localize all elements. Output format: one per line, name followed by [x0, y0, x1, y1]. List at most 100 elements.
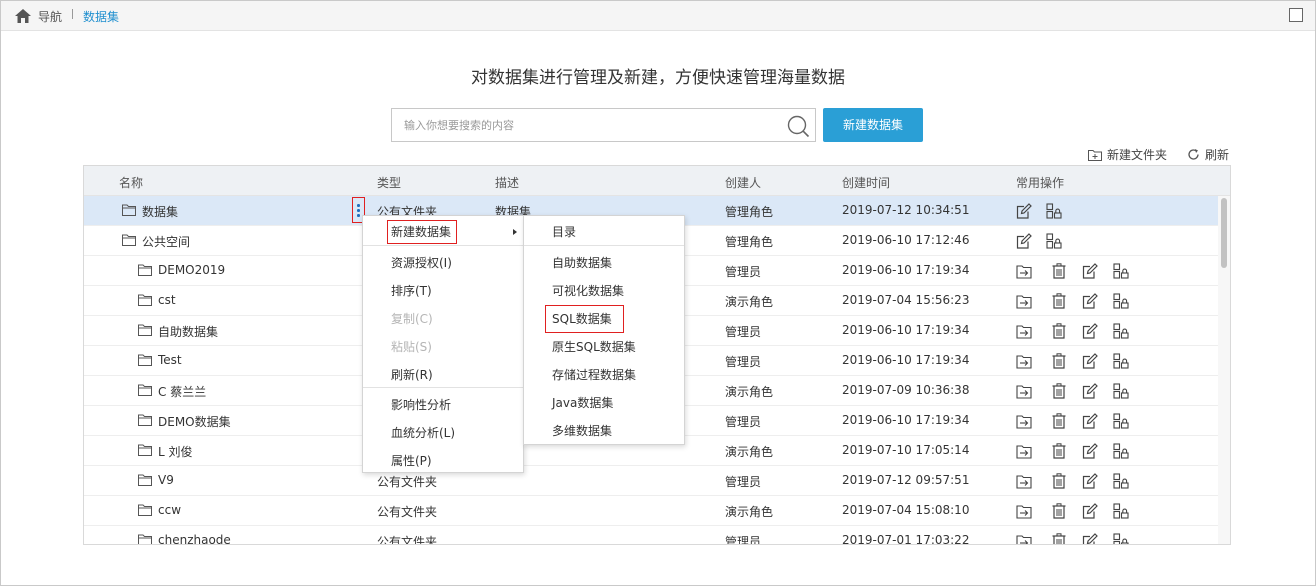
refresh-button[interactable]: 刷新: [1187, 146, 1229, 163]
move-icon[interactable]: [1016, 503, 1032, 519]
row-name[interactable]: L 刘俊: [158, 443, 193, 460]
permission-icon[interactable]: [1113, 383, 1129, 399]
breadcrumb-current[interactable]: 数据集: [83, 8, 119, 25]
delete-icon[interactable]: [1051, 413, 1067, 429]
column-header-created-time[interactable]: 创建时间: [842, 174, 890, 191]
vertical-scrollbar[interactable]: [1218, 196, 1230, 544]
column-header-creator[interactable]: 创建人: [725, 174, 761, 191]
new-dataset-button[interactable]: 新建数据集: [823, 108, 923, 142]
edit-icon[interactable]: [1082, 323, 1098, 339]
delete-icon[interactable]: [1051, 263, 1067, 279]
permission-icon[interactable]: [1113, 353, 1129, 369]
menu-divider: [363, 245, 523, 246]
edit-icon[interactable]: [1082, 503, 1098, 519]
new-folder-button[interactable]: 新建文件夹: [1088, 146, 1167, 163]
breadcrumb-home[interactable]: 导航: [38, 8, 62, 25]
row-created-time: 2019-07-09 10:36:38: [842, 383, 970, 397]
row-name[interactable]: ccw: [158, 503, 181, 517]
delete-icon[interactable]: [1051, 443, 1067, 459]
submenu-item[interactable]: 原生SQL数据集: [524, 333, 684, 361]
move-icon[interactable]: [1016, 353, 1032, 369]
submenu-item[interactable]: 目录: [524, 218, 684, 246]
edit-icon[interactable]: [1082, 443, 1098, 459]
move-icon[interactable]: [1016, 533, 1032, 545]
context-menu-item[interactable]: 资源授权(I): [363, 249, 523, 277]
permission-icon[interactable]: [1113, 503, 1129, 519]
context-menu-item[interactable]: 排序(T): [363, 277, 523, 305]
delete-icon[interactable]: [1051, 293, 1067, 309]
home-icon[interactable]: [15, 9, 31, 23]
permission-icon[interactable]: [1046, 203, 1062, 219]
row-creator: 管理员: [725, 265, 762, 279]
row-creator: 演示角色: [725, 445, 774, 459]
row-name[interactable]: cst: [158, 293, 176, 307]
permission-icon[interactable]: [1113, 533, 1129, 545]
row-name[interactable]: chenzhaode: [158, 533, 231, 544]
move-icon[interactable]: [1016, 293, 1032, 309]
move-icon[interactable]: [1016, 323, 1032, 339]
table-header: 名称 类型 描述 创建人 创建时间 常用操作: [84, 166, 1230, 196]
row-name[interactable]: 数据集: [142, 203, 178, 220]
row-name[interactable]: V9: [158, 473, 174, 487]
edit-icon[interactable]: [1082, 383, 1098, 399]
row-creator: 演示角色: [725, 385, 774, 399]
context-menu-item[interactable]: 刷新(R): [363, 361, 523, 389]
row-name[interactable]: DEMO数据集: [158, 413, 231, 430]
search-input[interactable]: [392, 109, 772, 141]
move-icon[interactable]: [1016, 383, 1032, 399]
table-row[interactable]: V9 公有文件夹 管理员 2019-07-12 09:57:51: [84, 466, 1218, 496]
submenu-item[interactable]: 存储过程数据集: [524, 361, 684, 389]
row-created-time: 2019-06-10 17:12:46: [842, 233, 970, 247]
submenu-arrow-icon: [513, 229, 517, 235]
submenu-item[interactable]: 可视化数据集: [524, 277, 684, 305]
row-name[interactable]: DEMO2019: [158, 263, 225, 277]
row-name[interactable]: 公共空间: [142, 233, 190, 250]
highlight-box: [387, 220, 457, 244]
permission-icon[interactable]: [1113, 293, 1129, 309]
edit-icon[interactable]: [1082, 533, 1098, 545]
permission-icon[interactable]: [1113, 413, 1129, 429]
row-creator: 管理角色: [725, 235, 774, 249]
edit-icon[interactable]: [1082, 263, 1098, 279]
edit-icon[interactable]: [1016, 233, 1032, 249]
permission-icon[interactable]: [1113, 443, 1129, 459]
context-menu-item[interactable]: 属性(P): [363, 447, 523, 475]
submenu-item[interactable]: 多维数据集: [524, 417, 684, 445]
row-name[interactable]: 自助数据集: [158, 323, 218, 340]
row-creator: 管理员: [725, 475, 762, 489]
move-icon[interactable]: [1016, 443, 1032, 459]
delete-icon[interactable]: [1051, 503, 1067, 519]
folder-icon: [122, 234, 136, 246]
edit-icon[interactable]: [1016, 203, 1032, 219]
delete-icon[interactable]: [1051, 353, 1067, 369]
table-row[interactable]: chenzhaode 公有文件夹 管理员 2019-07-01 17:03:22: [84, 526, 1218, 545]
row-name[interactable]: C 蔡兰兰: [158, 383, 206, 400]
column-header-type[interactable]: 类型: [377, 174, 401, 191]
edit-icon[interactable]: [1082, 413, 1098, 429]
permission-icon[interactable]: [1113, 263, 1129, 279]
submenu-item[interactable]: Java数据集: [524, 389, 684, 417]
column-header-description[interactable]: 描述: [495, 174, 519, 191]
column-header-name[interactable]: 名称: [119, 174, 143, 191]
delete-icon[interactable]: [1051, 473, 1067, 489]
delete-icon[interactable]: [1051, 323, 1067, 339]
context-menu-item[interactable]: 血统分析(L): [363, 419, 523, 447]
table-row[interactable]: ccw 公有文件夹 演示角色 2019-07-04 15:08:10: [84, 496, 1218, 526]
edit-icon[interactable]: [1082, 473, 1098, 489]
edit-icon[interactable]: [1082, 293, 1098, 309]
move-icon[interactable]: [1016, 413, 1032, 429]
move-icon[interactable]: [1016, 263, 1032, 279]
submenu-item[interactable]: 自助数据集: [524, 249, 684, 277]
row-name[interactable]: Test: [158, 353, 182, 367]
maximize-button[interactable]: [1289, 8, 1303, 22]
edit-icon[interactable]: [1082, 353, 1098, 369]
delete-icon[interactable]: [1051, 533, 1067, 545]
permission-icon[interactable]: [1046, 233, 1062, 249]
search-icon[interactable]: [786, 114, 810, 138]
permission-icon[interactable]: [1113, 473, 1129, 489]
permission-icon[interactable]: [1113, 323, 1129, 339]
move-icon[interactable]: [1016, 473, 1032, 489]
scrollbar-thumb[interactable]: [1221, 198, 1227, 268]
context-menu-item[interactable]: 影响性分析: [363, 391, 523, 419]
delete-icon[interactable]: [1051, 383, 1067, 399]
